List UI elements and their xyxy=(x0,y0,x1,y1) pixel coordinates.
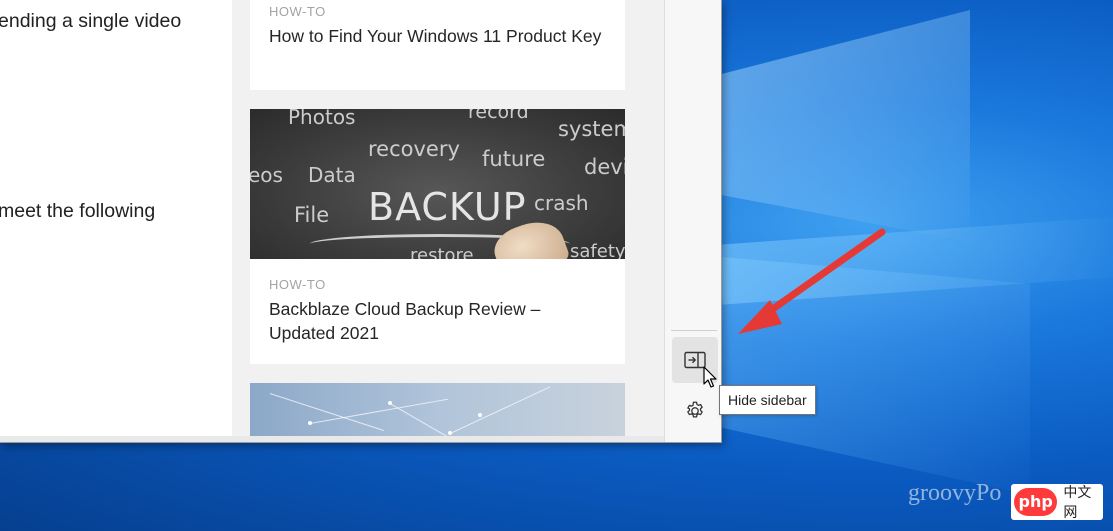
php-badge: php 中文网 xyxy=(1011,484,1103,521)
php-badge-text: 中文网 xyxy=(1063,485,1092,521)
watermark-text: groovyPo xyxy=(908,480,1002,506)
annotation-arrow xyxy=(738,228,886,334)
php-logo: php xyxy=(1014,488,1058,516)
